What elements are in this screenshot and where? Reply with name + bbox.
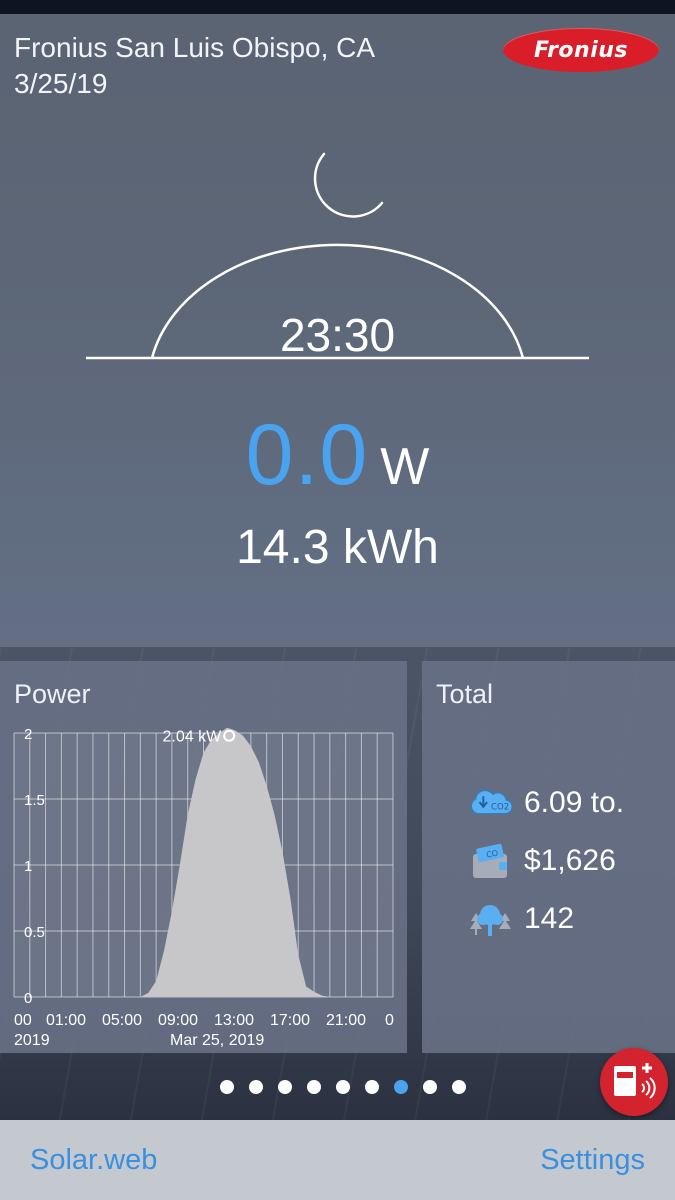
x-tick-label: 01:00 xyxy=(46,1012,86,1029)
page-dot[interactable] xyxy=(452,1080,466,1094)
x-tick-label: 17:00 xyxy=(270,1012,310,1029)
y-tick-label: 0.5 xyxy=(24,924,45,941)
moon-icon xyxy=(313,152,384,218)
solar-web-link[interactable]: Solar.web xyxy=(30,1144,157,1177)
y-tick-label: 1.5 xyxy=(24,792,45,809)
status-bar xyxy=(0,0,675,14)
add-device-button[interactable] xyxy=(600,1048,668,1116)
money-value: $1,626 xyxy=(524,844,616,877)
x-tick-label: 09:00 xyxy=(158,1012,198,1029)
trees-value: 142 xyxy=(524,902,575,935)
page-indicator[interactable] xyxy=(0,1080,675,1096)
x-tick-label: 00 xyxy=(14,1012,32,1029)
tree-icon xyxy=(468,899,512,939)
x-tick-label: 0 xyxy=(385,1012,394,1029)
page-dot[interactable] xyxy=(307,1080,321,1094)
current-time: 23:30 xyxy=(279,309,396,361)
power-unit: W xyxy=(380,438,430,496)
live-view: Fronius San Luis Obispo, CA 3/25/19 Fron… xyxy=(0,14,675,647)
peak-label: 2.04 kW xyxy=(163,729,223,746)
x-tick-label: 21:00 xyxy=(326,1012,366,1029)
page-dot[interactable] xyxy=(278,1080,292,1094)
total-panel[interactable]: Total CO2 6.09 to. CO $1,626 142 xyxy=(422,661,675,1053)
page-dot[interactable] xyxy=(365,1080,379,1094)
page-dot[interactable] xyxy=(336,1080,350,1094)
co2-cloud-icon: CO2 xyxy=(468,783,512,823)
x-tick-label: 05:00 xyxy=(102,1012,142,1029)
page-dot[interactable] xyxy=(249,1080,263,1094)
power-value: 0.0 xyxy=(245,407,369,503)
svg-text:CO2: CO2 xyxy=(491,803,509,813)
wallet-icon: CO xyxy=(468,841,512,881)
y-tick-label: 0 xyxy=(24,990,32,1007)
date-label: Mar 25, 2019 xyxy=(170,1032,264,1049)
bottom-tab-bar: Solar.web Settings xyxy=(0,1120,675,1200)
power-chart: 0 0.5 1 1.5 2 00 01:00 05:00 09:00 13:00 17:00 21:0… xyxy=(13,726,394,1049)
co2-stat: CO2 6.09 to. xyxy=(468,783,624,823)
year-label: 2019 xyxy=(14,1032,50,1049)
y-tick-label: 1 xyxy=(24,858,32,875)
total-panel-title: Total xyxy=(436,679,494,709)
page-dot[interactable] xyxy=(423,1080,437,1094)
page-dot[interactable] xyxy=(220,1080,234,1094)
co2-value: 6.09 to. xyxy=(524,786,625,819)
settings-link[interactable]: Settings xyxy=(540,1144,645,1177)
money-stat: CO $1,626 xyxy=(468,841,616,881)
current-power: 0.0 W xyxy=(0,406,675,505)
page-dot[interactable] xyxy=(394,1080,408,1094)
trees-stat: 142 xyxy=(468,899,574,939)
inverter-add-icon xyxy=(614,1063,656,1099)
y-tick-label: 2 xyxy=(24,726,32,743)
energy-today: 14.3 kWh xyxy=(236,521,439,574)
x-tick-label: 13:00 xyxy=(214,1012,254,1029)
power-panel[interactable]: Power 0 0.5 1 1.5 2 00 01:00 05:00 09:00 13:00 17:… xyxy=(0,661,407,1053)
